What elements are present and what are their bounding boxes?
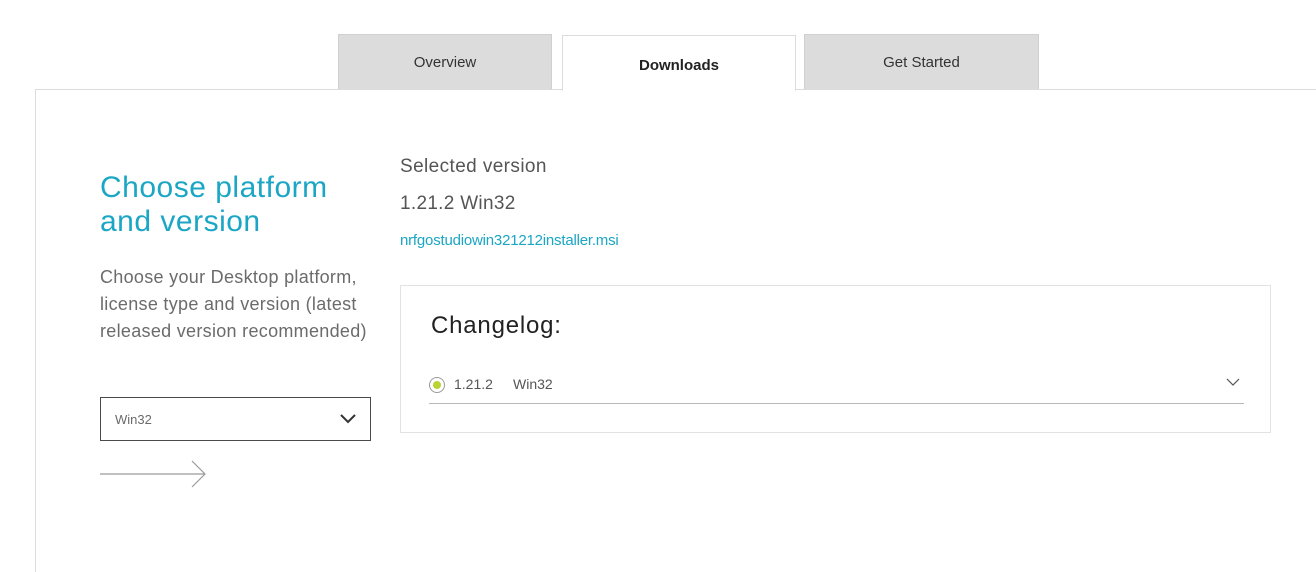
- download-file-link[interactable]: nrfgostudiowin321212installer.msi: [400, 232, 619, 249]
- selected-version-label: Selected version: [400, 156, 547, 177]
- section-heading: Choose platform and version: [100, 171, 328, 238]
- chevron-down-icon: [340, 414, 356, 424]
- selected-version-value: 1.21.2 Win32: [400, 193, 516, 214]
- tab-get-started[interactable]: Get Started: [804, 34, 1039, 89]
- tab-overview[interactable]: Overview: [338, 34, 552, 89]
- changelog-item[interactable]: 1.21.2 Win32: [429, 370, 1244, 404]
- changelog-box: Changelog: 1.21.2 Win32: [400, 285, 1271, 433]
- page: Overview Downloads Get Started Choose pl…: [0, 0, 1316, 572]
- platform-select[interactable]: Win32: [100, 397, 371, 441]
- changelog-title: Changelog:: [431, 312, 562, 339]
- tab-downloads-label: Downloads: [638, 56, 719, 74]
- chevron-down-icon[interactable]: [1226, 378, 1240, 387]
- tab-overview-label: Overview: [413, 53, 477, 71]
- radio-selected-dot: [433, 381, 441, 389]
- platform-select-value: Win32: [115, 411, 152, 427]
- tab-downloads[interactable]: Downloads: [562, 35, 796, 91]
- changelog-item-platform: Win32: [513, 376, 553, 392]
- tab-get-started-label: Get Started: [883, 53, 960, 71]
- arrow-right-icon[interactable]: [100, 458, 208, 490]
- changelog-item-version: 1.21.2: [454, 376, 493, 392]
- section-description: Choose your Desktop platform, license ty…: [100, 267, 367, 341]
- changelog-radio[interactable]: [429, 377, 445, 393]
